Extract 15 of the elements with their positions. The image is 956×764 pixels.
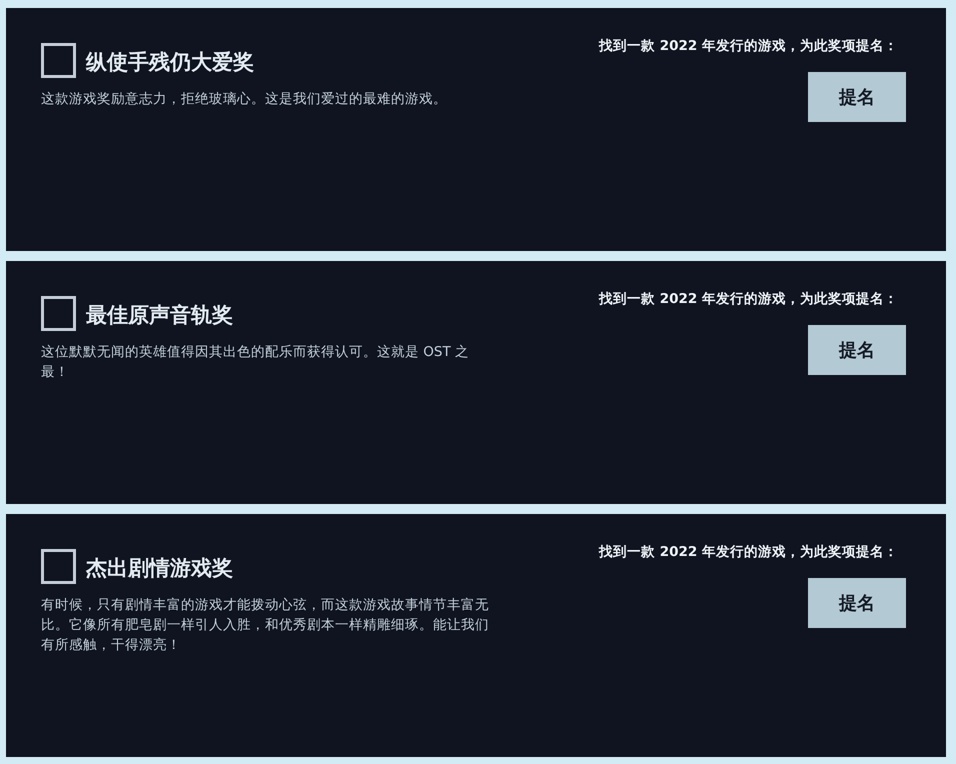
checkbox[interactable] [41,296,76,331]
award-title: 最佳原声音轨奖 [86,302,233,328]
award-title: 杰出剧情游戏奖 [86,554,233,580]
nominate-button[interactable]: 提名 [808,325,906,375]
award-title: 纵使手残仍大爱奖 [86,48,254,74]
nominate-button[interactable]: 提名 [808,578,906,628]
nominate-button[interactable]: 提名 [808,72,906,122]
nominate-prompt: 找到一款 2022 年发行的游戏，为此奖项提名： [599,543,898,561]
award-description: 这款游戏奖励意志力，拒绝玻璃心。这是我们爱过的最难的游戏。 [41,90,448,109]
award-description: 这位默默无闻的英雄值得因其出色的配乐而获得认可。这就是 OST 之最！ [41,343,470,382]
nominate-prompt: 找到一款 2022 年发行的游戏，为此奖项提名： [599,290,898,308]
checkbox[interactable] [41,549,76,584]
checkbox[interactable] [41,43,76,78]
award-description: 有时候，只有剧情丰富的游戏才能拨动心弦，而这款游戏故事情节丰富无比。它像所有肥皂剧一样引人入胜，和优秀剧本一样精雕细琢。能让我们有所感触，干得漂亮！ [41,596,490,655]
nominate-prompt: 找到一款 2022 年发行的游戏，为此奖项提名： [599,37,898,55]
